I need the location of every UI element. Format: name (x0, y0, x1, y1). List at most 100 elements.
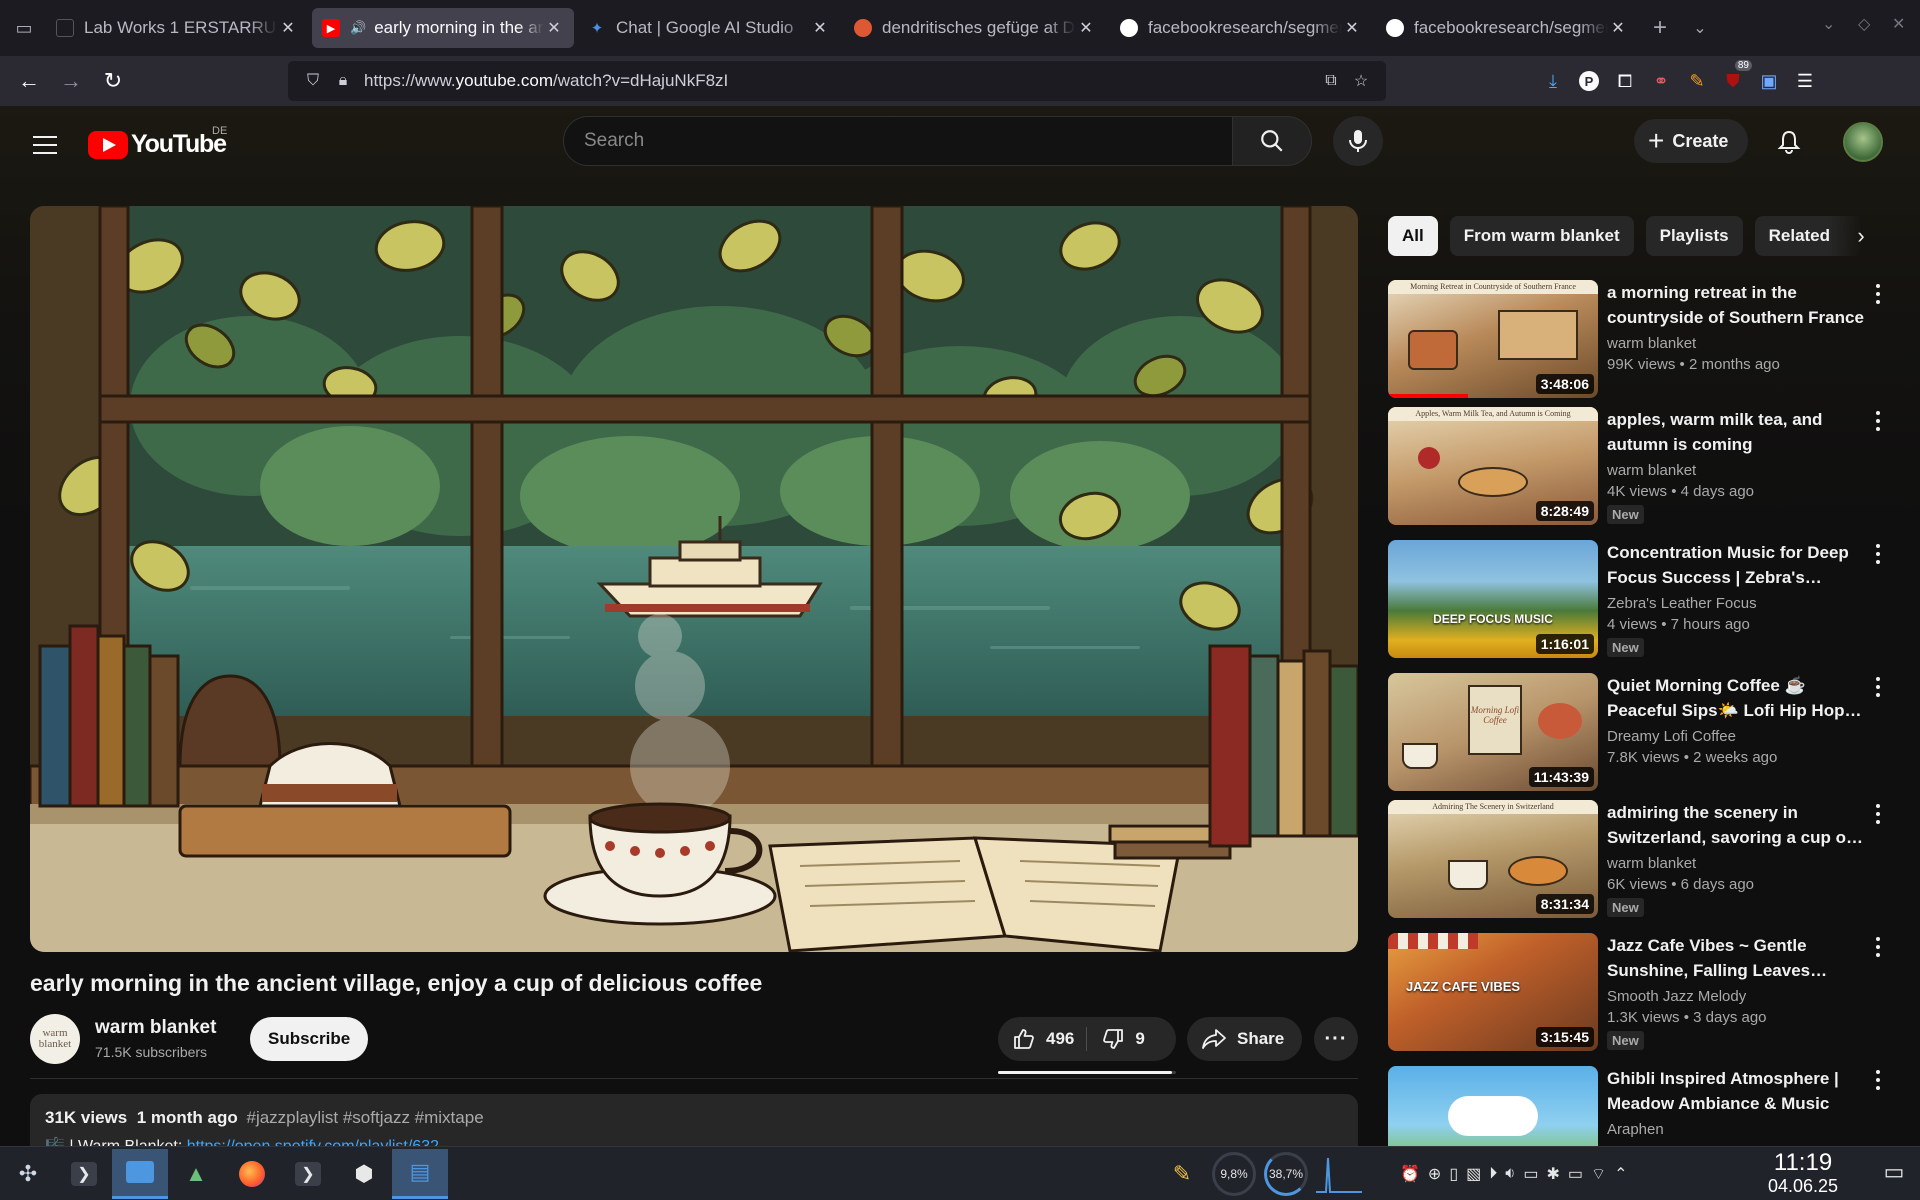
downloads-icon[interactable]: ⤓ (1536, 64, 1570, 98)
create-button[interactable]: + Create (1634, 119, 1749, 163)
firefox-icon[interactable] (224, 1149, 280, 1199)
account-avatar[interactable] (1843, 122, 1883, 162)
extensions-puzzle-icon[interactable]: ⧠ (1608, 64, 1642, 98)
browser-tab[interactable]: ✦ Chat | Google AI Studio ✕ (578, 8, 840, 48)
tab-list-icon[interactable]: ▭ (4, 8, 44, 48)
terminal-icon[interactable]: ❯ (56, 1149, 112, 1199)
notes-applet-icon[interactable]: ✎ (1160, 1149, 1204, 1199)
bookmark-star-icon[interactable]: ☆ (1346, 71, 1376, 91)
youtube-logo[interactable]: YouTube DE (88, 125, 227, 159)
show-desktop-icon[interactable]: ▭ (1866, 1147, 1920, 1197)
wifi-icon[interactable]: ⌔ (1591, 1164, 1606, 1184)
profile-p-icon[interactable]: P (1572, 64, 1606, 98)
recommendation-title[interactable]: Concentration Music for Deep Focus Succe… (1607, 540, 1867, 590)
display-icon[interactable]: ▭ (1568, 1164, 1583, 1184)
close-tab-icon[interactable]: ✕ (1342, 18, 1362, 38)
recommendation-title[interactable]: admiring the scenery in Switzerland, sav… (1607, 800, 1867, 850)
alarm-icon[interactable]: ⏰ (1400, 1164, 1420, 1184)
browser-tab[interactable]: dendritisches gefüge at DuckDuckGo ✕ (844, 8, 1106, 48)
notifications-bell-icon[interactable] (1771, 124, 1807, 160)
screenshot-icon[interactable]: ▧ (1466, 1164, 1481, 1184)
glasses-extension-icon[interactable]: ⚭ (1644, 64, 1678, 98)
recommendation-channel[interactable]: Zebra's Leather Focus (1607, 595, 1867, 612)
recommendation-item[interactable]: Morning Lofi Coffee 11:43:39 Quiet Morni… (1388, 673, 1888, 793)
app-launcher-icon[interactable]: ✣ (0, 1149, 56, 1199)
chevron-right-icon[interactable]: › (1846, 221, 1876, 251)
recommendation-item[interactable]: Ghibli Inspired Atmosphere | Meadow Ambi… (1388, 1066, 1888, 1146)
recommendation-title[interactable]: Jazz Cafe Vibes ~ Gentle Sunshine, Falli… (1607, 933, 1867, 983)
video-thumbnail[interactable] (1388, 1066, 1598, 1146)
video-thumbnail[interactable]: Morning Lofi Coffee 11:43:39 (1388, 673, 1598, 791)
back-icon[interactable]: ← (8, 63, 50, 99)
video-thumbnail[interactable]: Morning Retreat in Countryside of Southe… (1388, 280, 1598, 398)
recommendation-channel[interactable]: warm blanket (1607, 855, 1867, 872)
battery-icon[interactable]: ▭ (1523, 1164, 1538, 1184)
like-button[interactable]: 496 (998, 1017, 1086, 1061)
more-options-icon[interactable] (1868, 1070, 1888, 1094)
more-options-icon[interactable] (1868, 284, 1888, 308)
recommendation-channel[interactable]: Araphen (1607, 1121, 1867, 1138)
close-tab-icon[interactable]: ✕ (1608, 18, 1628, 38)
recommendation-item[interactable]: Morning Retreat in Countryside of Southe… (1388, 280, 1888, 400)
playlist-link[interactable]: https://open.spotify.com/playlist/632 (187, 1138, 439, 1146)
file-manager-icon[interactable] (112, 1148, 168, 1199)
lock-icon[interactable]: 🔒︎ (328, 72, 358, 90)
app-menu-icon[interactable]: ☰ (1788, 64, 1822, 98)
forward-icon[interactable]: → (50, 63, 92, 99)
recommendation-item[interactable]: JAZZ CAFE VIBES 3:15:45 Jazz Cafe Vibes … (1388, 933, 1888, 1053)
close-tab-icon[interactable]: ✕ (278, 18, 298, 38)
search-box[interactable] (563, 116, 1233, 166)
expand-tray-icon[interactable]: ⌃ (1614, 1164, 1627, 1184)
dislike-button[interactable]: 9 (1087, 1017, 1156, 1061)
chip-from-channel[interactable]: From warm blanket (1449, 216, 1634, 256)
memory-gauge[interactable]: 38,7% (1264, 1152, 1308, 1196)
url-text[interactable]: https://www.youtube.com/watch?v=dHajuNkF… (364, 71, 1316, 91)
video-thumbnail[interactable]: Apples, Warm Milk Tea, and Autumn is Com… (1388, 407, 1598, 525)
speaker-icon[interactable]: 🔊 (350, 20, 366, 36)
video-thumbnail[interactable]: JAZZ CAFE VIBES 3:15:45 (1388, 933, 1598, 1051)
shield-icon[interactable]: ⛉ (298, 72, 328, 90)
chevron-down-icon[interactable]: ⌄ (1680, 18, 1720, 38)
recommendation-channel[interactable]: warm blanket (1607, 462, 1867, 479)
share-button[interactable]: Share (1187, 1017, 1303, 1061)
search-button[interactable] (1232, 116, 1312, 166)
more-actions-icon[interactable]: ··· (1314, 1017, 1358, 1061)
more-options-icon[interactable] (1868, 677, 1888, 701)
channel-name[interactable]: warm blanket (95, 1017, 216, 1039)
address-bar[interactable]: ⛉ 🔒︎ https://www.youtube.com/watch?v=dHa… (288, 61, 1386, 101)
close-tab-icon[interactable]: ✕ (544, 18, 564, 38)
recommendation-title[interactable]: a morning retreat in the countryside of … (1607, 280, 1867, 330)
feather-extension-icon[interactable]: ✎ (1680, 64, 1714, 98)
translate-extension-icon[interactable]: ▣ (1752, 64, 1786, 98)
cpu-gauge[interactable]: 9,8% (1212, 1152, 1256, 1196)
channel-avatar[interactable]: warm blanket (30, 1014, 80, 1064)
image-viewer-icon[interactable]: ▲ (168, 1149, 224, 1199)
guide-menu-icon[interactable] (30, 130, 60, 160)
recommendation-item[interactable]: Admiring The Scenery in Switzerland 8:31… (1388, 800, 1888, 920)
recommendation-channel[interactable]: warm blanket (1607, 335, 1867, 352)
chip-all[interactable]: All (1388, 216, 1438, 256)
recommendation-title[interactable]: Ghibli Inspired Atmosphere | Meadow Ambi… (1607, 1066, 1867, 1116)
more-options-icon[interactable] (1868, 937, 1888, 961)
document-app-icon[interactable]: ▤ (392, 1148, 448, 1199)
picture-in-picture-icon[interactable]: ⧉ (1316, 72, 1346, 90)
chip-playlists[interactable]: Playlists (1645, 216, 1743, 256)
recommendation-title[interactable]: Quiet Morning Coffee ☕ Peaceful Sips🌤️ L… (1607, 673, 1867, 723)
video-thumbnail[interactable]: Admiring The Scenery in Switzerland 8:31… (1388, 800, 1598, 918)
subscribe-button[interactable]: Subscribe (250, 1017, 369, 1061)
reload-icon[interactable]: ↻ (92, 63, 134, 99)
new-tab-icon[interactable]: + (1640, 14, 1680, 42)
volume-icon[interactable]: 🔉︎ (1505, 1165, 1515, 1183)
recommendation-item[interactable]: DEEP FOCUS MUSIC 1:16:01 Concentration M… (1388, 540, 1888, 660)
media-player-icon[interactable]: ⏵ (1489, 1165, 1497, 1183)
browser-tab[interactable]: facebookresearch/segment-anything ✕ (1376, 8, 1638, 48)
recommendation-channel[interactable]: Dreamy Lofi Coffee (1607, 728, 1867, 745)
browser-tab[interactable]: facebookresearch/segment-anything ✕ (1110, 8, 1372, 48)
vpn-icon[interactable]: ⊕ (1428, 1164, 1441, 1184)
close-window-icon[interactable]: ✕ (1892, 14, 1905, 34)
voice-search-button[interactable] (1333, 116, 1383, 166)
clock[interactable]: 11:19 04.06.25 (1768, 1151, 1838, 1197)
recommendation-item[interactable]: Apples, Warm Milk Tea, and Autumn is Com… (1388, 407, 1888, 527)
terminal-icon-2[interactable]: ❯ (280, 1149, 336, 1199)
close-tab-icon[interactable]: ✕ (1076, 18, 1096, 38)
